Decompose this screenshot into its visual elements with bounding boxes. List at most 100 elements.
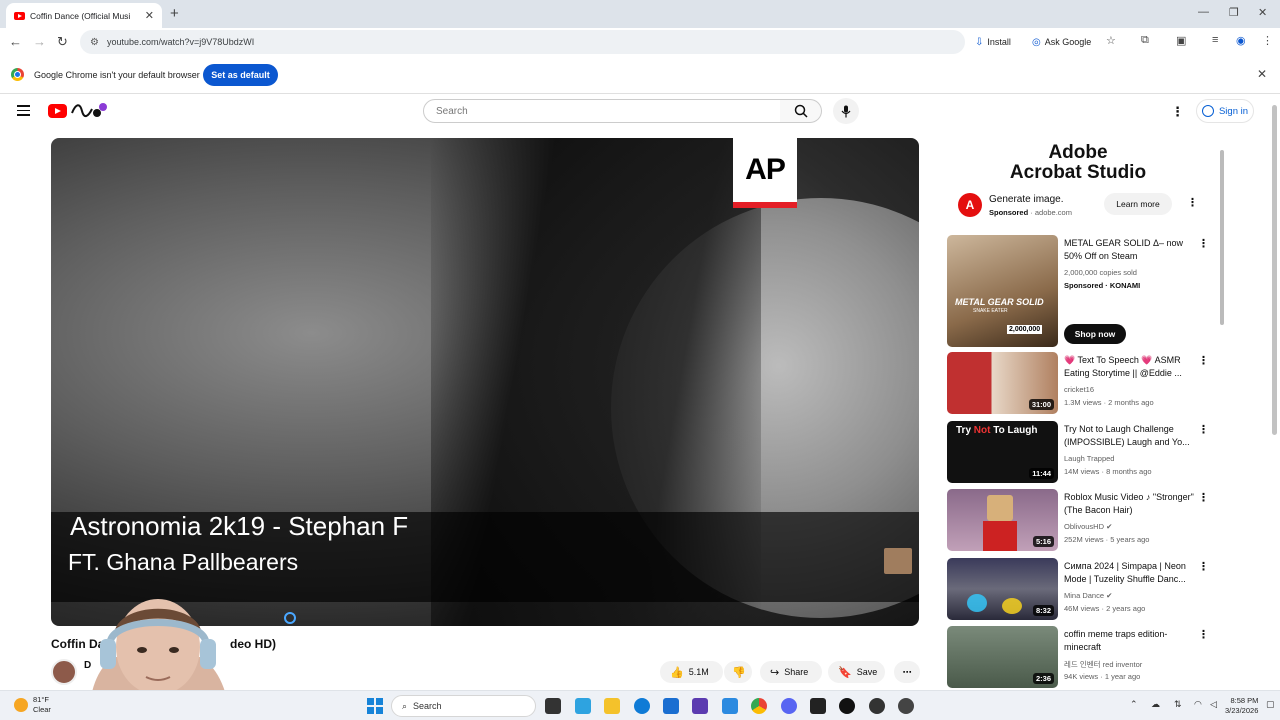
tray-icon[interactable]: ☁ bbox=[1151, 699, 1160, 710]
youtube-doodle-icon[interactable] bbox=[70, 101, 108, 119]
maximize-icon[interactable]: ❐ bbox=[1229, 6, 1239, 19]
video-menu-icon[interactable]: ⋮ bbox=[1198, 354, 1209, 367]
video-menu-icon[interactable]: ⋮ bbox=[1198, 237, 1209, 250]
reading-list-icon[interactable]: ≡ bbox=[1212, 34, 1218, 46]
save-button[interactable]: 🔖 Save bbox=[828, 661, 885, 683]
recommended-video-card[interactable]: Try Not To Laugh 11:44 Try Not to Laugh … bbox=[947, 421, 1209, 483]
more-actions-button[interactable]: ⋯ bbox=[894, 661, 920, 683]
infobar-close-icon[interactable]: ✕ bbox=[1257, 67, 1267, 81]
video-menu-icon[interactable]: ⋮ bbox=[1198, 423, 1209, 436]
obs-icon[interactable] bbox=[839, 698, 855, 714]
video-thumbnail[interactable]: Try Not To Laugh 11:44 bbox=[947, 421, 1058, 483]
settings-menu-icon[interactable]: ⋮ bbox=[1171, 104, 1184, 120]
bookmark-star-icon[interactable]: ☆ bbox=[1106, 34, 1116, 47]
chrome-menu-icon[interactable]: ⋮ bbox=[1262, 34, 1273, 47]
video-title[interactable]: 💗 Text To Speech 💗 ASMR Eating Storytime… bbox=[1064, 354, 1194, 380]
ask-google-button[interactable]: ◎ Ask Google bbox=[1032, 33, 1091, 51]
chrome-taskbar-icon[interactable] bbox=[751, 698, 767, 714]
store-icon[interactable] bbox=[663, 698, 679, 714]
file-explorer-icon[interactable] bbox=[604, 698, 620, 714]
profile-icon[interactable]: ◉ bbox=[1236, 34, 1246, 47]
mail-icon[interactable] bbox=[722, 698, 738, 714]
video-player[interactable]: AP Astronomia 2k19 - Stephan F FT. Ghana… bbox=[51, 138, 919, 626]
close-window-icon[interactable]: ✕ bbox=[1258, 6, 1267, 19]
video-title[interactable]: coffin meme traps edition-minecraft bbox=[1064, 628, 1194, 654]
ad-sponsored-label: Sponsored bbox=[989, 208, 1029, 217]
task-view-icon[interactable] bbox=[545, 698, 561, 714]
edge-icon[interactable] bbox=[634, 698, 650, 714]
bookmark-icon: 🔖 bbox=[838, 666, 852, 679]
wifi-icon[interactable]: ◠ bbox=[1194, 699, 1202, 710]
menu-icon[interactable] bbox=[17, 105, 30, 119]
forward-icon[interactable]: → bbox=[33, 34, 46, 49]
search-button[interactable] bbox=[780, 99, 822, 123]
app-icon[interactable] bbox=[692, 698, 708, 714]
app-icon[interactable] bbox=[810, 698, 826, 714]
sign-in-button[interactable]: Sign in bbox=[1196, 99, 1254, 123]
taskbar-search[interactable]: ⌕ Search bbox=[391, 695, 536, 717]
minimize-icon[interactable]: — bbox=[1198, 6, 1209, 18]
video-channel: Mina Dance ✔ bbox=[1064, 591, 1113, 600]
voice-search-button[interactable] bbox=[833, 98, 859, 124]
video-title[interactable]: Roblox Music Video ♪ "Stronger" (The Bac… bbox=[1064, 491, 1194, 517]
share-icon: ↪ bbox=[770, 666, 780, 679]
dislike-button[interactable]: 👎 bbox=[724, 661, 752, 683]
notification-icon[interactable]: ▢ bbox=[1266, 699, 1275, 710]
sidebar-scrollbar[interactable] bbox=[1220, 150, 1224, 325]
shop-now-button[interactable]: Shop now bbox=[1064, 324, 1126, 344]
app-icon[interactable] bbox=[869, 698, 885, 714]
volume-icon[interactable]: ◁ bbox=[1210, 699, 1217, 710]
share-button[interactable]: ↪ Share bbox=[760, 661, 822, 683]
end-card-thumbnail[interactable] bbox=[884, 548, 912, 574]
video-thumbnail[interactable]: 8:32 bbox=[947, 558, 1058, 620]
browser-tab-strip: Coffin Dance (Official Musi ✕ + — ❐ ✕ bbox=[0, 0, 1280, 28]
video-thumbnail[interactable]: 31:00 bbox=[947, 352, 1058, 414]
recommended-video-card[interactable]: 2:36 coffin meme traps edition-minecraft… bbox=[947, 626, 1209, 688]
tray-icon[interactable]: ⇅ bbox=[1174, 699, 1182, 710]
video-title[interactable]: METAL GEAR SOLID Δ– now 50% Off on Steam bbox=[1064, 237, 1194, 263]
app-icon[interactable] bbox=[898, 698, 914, 714]
video-channel: 레드 인벤터 red inventor bbox=[1064, 660, 1143, 669]
video-menu-icon[interactable]: ⋮ bbox=[1198, 560, 1209, 573]
learn-more-button[interactable]: Learn more bbox=[1104, 193, 1172, 215]
recommended-video-card[interactable]: 5:16 Roblox Music Video ♪ "Stronger" (Th… bbox=[947, 489, 1209, 551]
clock-time: 8:58 PM bbox=[1230, 696, 1259, 705]
extensions-icon[interactable]: ⧉ bbox=[1141, 34, 1149, 47]
set-as-default-button[interactable]: Set as default bbox=[203, 64, 278, 86]
search-input[interactable]: Search bbox=[423, 99, 781, 123]
weather-widget[interactable]: 81°F Clear bbox=[33, 695, 51, 715]
video-title[interactable]: Симпа 2024 | Simpapa | Neon Mode | Tuzel… bbox=[1064, 560, 1194, 586]
video-meta: 252M views · 5 years ago bbox=[1064, 535, 1150, 544]
video-thumbnail[interactable]: 2:36 bbox=[947, 626, 1058, 688]
taskbar-clock[interactable]: 8:58 PM 3/23/2026 bbox=[1225, 696, 1258, 716]
mouse-cursor-ring-icon bbox=[284, 612, 296, 624]
page-scrollbar[interactable] bbox=[1272, 105, 1277, 435]
video-title[interactable]: Try Not to Laugh Challenge (IMPOSSIBLE) … bbox=[1064, 423, 1194, 449]
site-info-icon[interactable]: ⚙ bbox=[90, 37, 99, 48]
recommended-video-card[interactable]: 8:32 Симпа 2024 | Simpapa | Neon Mode | … bbox=[947, 558, 1209, 620]
video-thumbnail[interactable]: METAL GEAR SOLID SNAKE EATER 2,000,000 bbox=[947, 235, 1058, 347]
recommended-video-card[interactable]: 31:00 💗 Text To Speech 💗 ASMR Eating Sto… bbox=[947, 352, 1209, 414]
copilot-icon[interactable] bbox=[575, 698, 591, 714]
tab-close-icon[interactable]: ✕ bbox=[145, 9, 154, 22]
video-menu-icon[interactable]: ⋮ bbox=[1198, 628, 1209, 641]
video-menu-icon[interactable]: ⋮ bbox=[1198, 491, 1209, 504]
browser-tab-active[interactable]: Coffin Dance (Official Musi ✕ bbox=[6, 3, 162, 28]
youtube-logo-icon[interactable] bbox=[48, 104, 67, 118]
ad-menu-icon[interactable]: ⋮ bbox=[1187, 196, 1198, 209]
sidepanel-icon[interactable]: ▣ bbox=[1176, 34, 1186, 47]
sidebar-ad[interactable]: Adobe Acrobat Studio A Generate image. S… bbox=[947, 138, 1209, 230]
video-meta: 46M views · 2 years ago bbox=[1064, 604, 1146, 613]
windows-start-icon[interactable] bbox=[367, 698, 383, 714]
tray-chevron-icon[interactable]: ⌃ bbox=[1130, 699, 1138, 710]
like-button[interactable]: 👍 5.1M bbox=[660, 661, 723, 683]
address-bar[interactable]: ⚙ youtube.com/watch?v=j9V78UbdzWI bbox=[80, 30, 965, 54]
reload-icon[interactable]: ↻ bbox=[57, 34, 68, 50]
video-thumbnail[interactable]: 5:16 bbox=[947, 489, 1058, 551]
more-icon: ⋯ bbox=[902, 666, 912, 677]
weather-sun-icon[interactable] bbox=[14, 698, 28, 712]
install-button[interactable]: ⇩ Install bbox=[975, 33, 1011, 51]
back-icon[interactable]: ← bbox=[9, 34, 22, 49]
discord-icon[interactable] bbox=[781, 698, 797, 714]
new-tab-icon[interactable]: + bbox=[170, 5, 179, 22]
